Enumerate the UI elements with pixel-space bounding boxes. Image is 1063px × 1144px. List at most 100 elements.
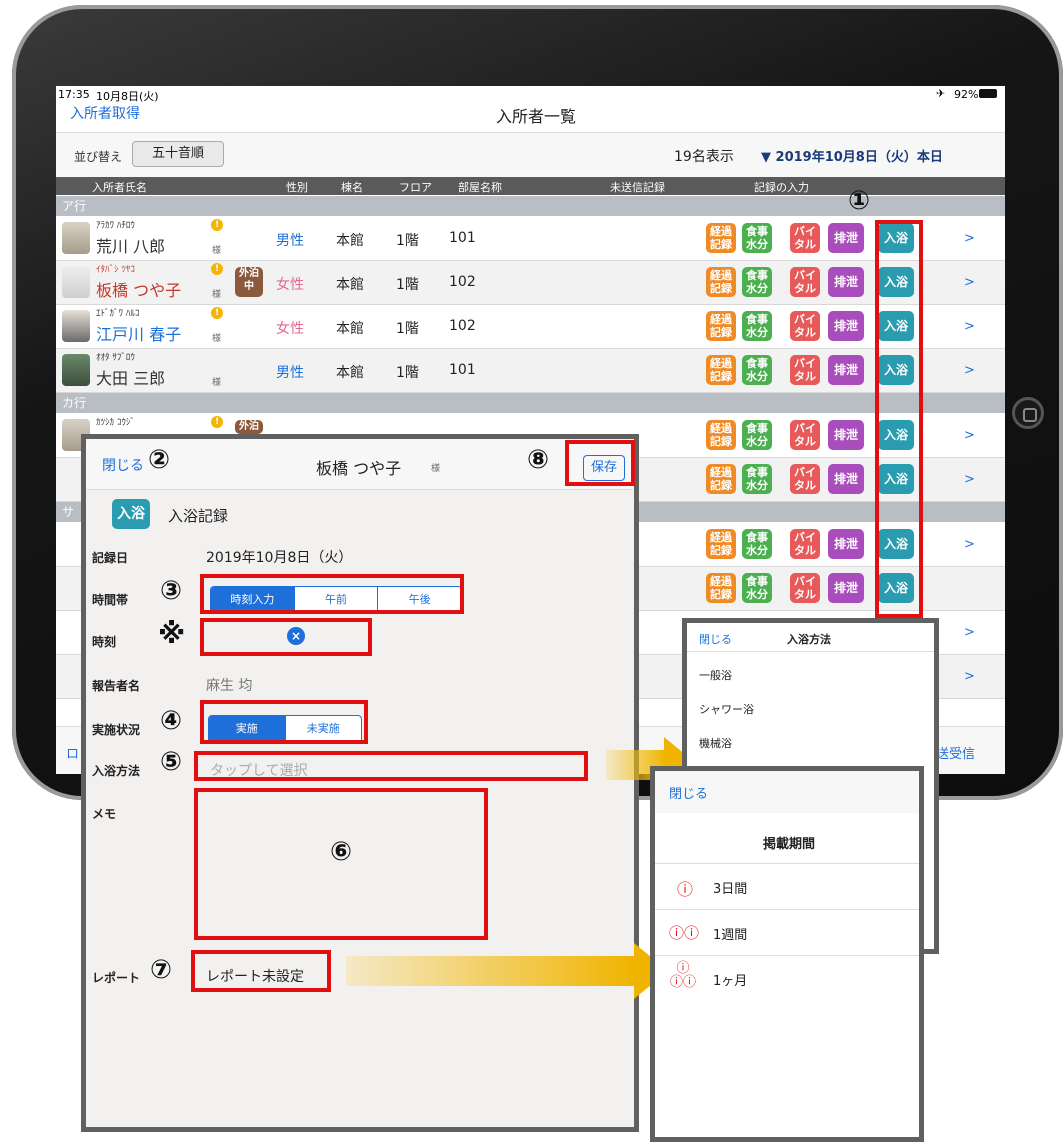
vital-button[interactable]: バイ タル xyxy=(790,223,820,253)
table-row[interactable]: ｲﾀﾊﾞｼ ﾂﾔｺ 板橋 つや子 ! 様 外泊 中 女性 本館 1階 102 経… xyxy=(56,261,1005,305)
meal-button[interactable]: 食事 水分 xyxy=(742,223,772,253)
resident-sex: 女性 xyxy=(276,321,304,337)
highlight-save xyxy=(565,440,635,486)
excretion-button[interactable]: 排泄 xyxy=(828,223,864,253)
popup-close-button[interactable]: 閉じる xyxy=(699,631,732,647)
highlight-time xyxy=(200,618,372,656)
resident-name: 荒川 八郎 xyxy=(96,237,166,256)
avatar xyxy=(62,310,90,342)
away-badge: 外泊 中 xyxy=(235,267,263,297)
bottom-left-button[interactable]: ロ xyxy=(66,743,79,762)
highlight-time-zone xyxy=(200,574,464,614)
period-option[interactable]: ⓘⓘ 1週間 xyxy=(655,909,919,956)
popup-title: 掲載期間 xyxy=(763,837,816,852)
popup-title: 入浴方法 xyxy=(787,633,831,646)
excretion-button[interactable]: 排泄 xyxy=(828,267,864,297)
chevron-right-icon[interactable]: > xyxy=(964,363,975,378)
excretion-button[interactable]: 排泄 xyxy=(828,464,864,494)
chevron-right-icon[interactable]: > xyxy=(964,231,975,246)
resident-building: 本館 xyxy=(336,365,364,381)
highlight-method xyxy=(194,751,588,781)
table-row[interactable]: ｱﾗｶﾜ ﾊﾁﾛｳ 荒川 八郎 ! 様 男性 本館 1階 101 経過 記録 食… xyxy=(56,217,1005,261)
period-label: 3日間 xyxy=(713,882,748,897)
vital-button[interactable]: バイ タル xyxy=(790,573,820,603)
marker-7: ⑦ xyxy=(150,955,173,985)
vital-button[interactable]: バイ タル xyxy=(790,420,820,450)
vital-button[interactable]: バイ タル xyxy=(790,464,820,494)
honorific: 様 xyxy=(212,290,222,300)
date-label: 記録日 xyxy=(92,551,129,565)
chevron-right-icon[interactable]: > xyxy=(964,537,975,552)
resident-floor: 1階 xyxy=(396,233,419,249)
excretion-button[interactable]: 排泄 xyxy=(828,311,864,341)
progress-record-button[interactable]: 経過 記録 xyxy=(706,311,736,341)
excretion-button[interactable]: 排泄 xyxy=(828,355,864,385)
resident-room: 102 xyxy=(449,274,476,290)
resident-building: 本館 xyxy=(336,321,364,337)
table-row[interactable]: ｵｵﾀ ｻﾌﾞﾛｳ 大田 三郎 様 男性 本館 1階 101 経過 記録 食事 … xyxy=(56,349,1005,393)
resident-building: 本館 xyxy=(336,277,364,293)
section-ka: カ行 xyxy=(56,393,1005,413)
meal-button[interactable]: 食事 水分 xyxy=(742,464,772,494)
period-option[interactable]: ⓘ 3日間 xyxy=(655,863,919,910)
sync-button[interactable]: 送受信 xyxy=(936,743,975,762)
col-building: 棟名 xyxy=(341,181,363,194)
resident-name: 大田 三郎 xyxy=(96,369,166,388)
page-title: 入所者一覧 xyxy=(496,107,577,126)
meal-button[interactable]: 食事 水分 xyxy=(742,355,772,385)
vital-button[interactable]: バイ タル xyxy=(790,355,820,385)
bath-option[interactable]: 一般浴 xyxy=(699,667,732,683)
sort-button[interactable]: 五十音順 xyxy=(132,141,224,167)
chevron-right-icon[interactable]: > xyxy=(964,275,975,290)
progress-record-button[interactable]: 経過 記録 xyxy=(706,223,736,253)
vital-button[interactable]: バイ タル xyxy=(790,311,820,341)
chevron-right-icon[interactable]: > xyxy=(964,625,975,640)
popup-close-button[interactable]: 閉じる xyxy=(669,783,708,802)
home-button[interactable] xyxy=(1012,397,1044,429)
bath-option[interactable]: 機械浴 xyxy=(699,735,732,751)
chevron-right-icon[interactable]: > xyxy=(964,472,975,487)
excretion-button[interactable]: 排泄 xyxy=(828,420,864,450)
meal-button[interactable]: 食事 水分 xyxy=(742,311,772,341)
resident-kana: ｱﾗｶﾜ ﾊﾁﾛｳ xyxy=(96,221,135,231)
progress-record-button[interactable]: 経過 記録 xyxy=(706,355,736,385)
date-selector[interactable]: ▼ 2019年10月8日（火）本日 xyxy=(761,146,943,165)
meal-button[interactable]: 食事 水分 xyxy=(742,420,772,450)
arrow-to-period-popup xyxy=(346,956,636,986)
period-option[interactable]: ⓘ ⓘⓘ 1ヶ月 xyxy=(655,955,919,1002)
bath-option[interactable]: シャワー浴 xyxy=(699,701,754,717)
status-battery: 92% xyxy=(954,88,979,101)
fetch-residents-button[interactable]: 入所者取得 xyxy=(70,103,140,123)
resident-floor: 1階 xyxy=(396,321,419,337)
progress-record-button[interactable]: 経過 記録 xyxy=(706,464,736,494)
marker-8: ⑧ xyxy=(527,445,550,475)
chevron-right-icon[interactable]: > xyxy=(964,669,975,684)
memo-label: メモ xyxy=(92,807,117,821)
period-label: 1週間 xyxy=(713,928,748,943)
avatar xyxy=(62,266,90,298)
time-label: 時刻 xyxy=(92,635,117,649)
report-label: レポート xyxy=(92,971,141,985)
resident-kana: ｵｵﾀ ｻﾌﾞﾛｳ xyxy=(96,353,135,363)
excretion-button[interactable]: 排泄 xyxy=(828,529,864,559)
meal-button[interactable]: 食事 水分 xyxy=(742,529,772,559)
col-name: 入所者氏名 xyxy=(92,181,147,194)
resident-room: 101 xyxy=(449,230,476,246)
vital-button[interactable]: バイ タル xyxy=(790,267,820,297)
progress-record-button[interactable]: 経過 記録 xyxy=(706,573,736,603)
vital-button[interactable]: バイ タル xyxy=(790,529,820,559)
progress-record-button[interactable]: 経過 記録 xyxy=(706,529,736,559)
progress-record-button[interactable]: 経過 記録 xyxy=(706,267,736,297)
chevron-right-icon[interactable]: > xyxy=(964,428,975,443)
close-button[interactable]: 閉じる xyxy=(102,455,144,475)
progress-record-button[interactable]: 経過 記録 xyxy=(706,420,736,450)
marker-6: ⑥ xyxy=(330,837,353,867)
modal-title-honorific: 様 xyxy=(431,464,441,474)
status-date: 10月8日(火) xyxy=(96,90,159,103)
chevron-right-icon[interactable]: > xyxy=(964,319,975,334)
excretion-button[interactable]: 排泄 xyxy=(828,573,864,603)
wifi-icon: ✈︎ xyxy=(936,87,946,100)
meal-button[interactable]: 食事 水分 xyxy=(742,573,772,603)
table-row[interactable]: ｴﾄﾞｶﾞﾜ ﾊﾙｺ 江戸川 春子 ! 様 女性 本館 1階 102 経過 記録… xyxy=(56,305,1005,349)
meal-button[interactable]: 食事 水分 xyxy=(742,267,772,297)
